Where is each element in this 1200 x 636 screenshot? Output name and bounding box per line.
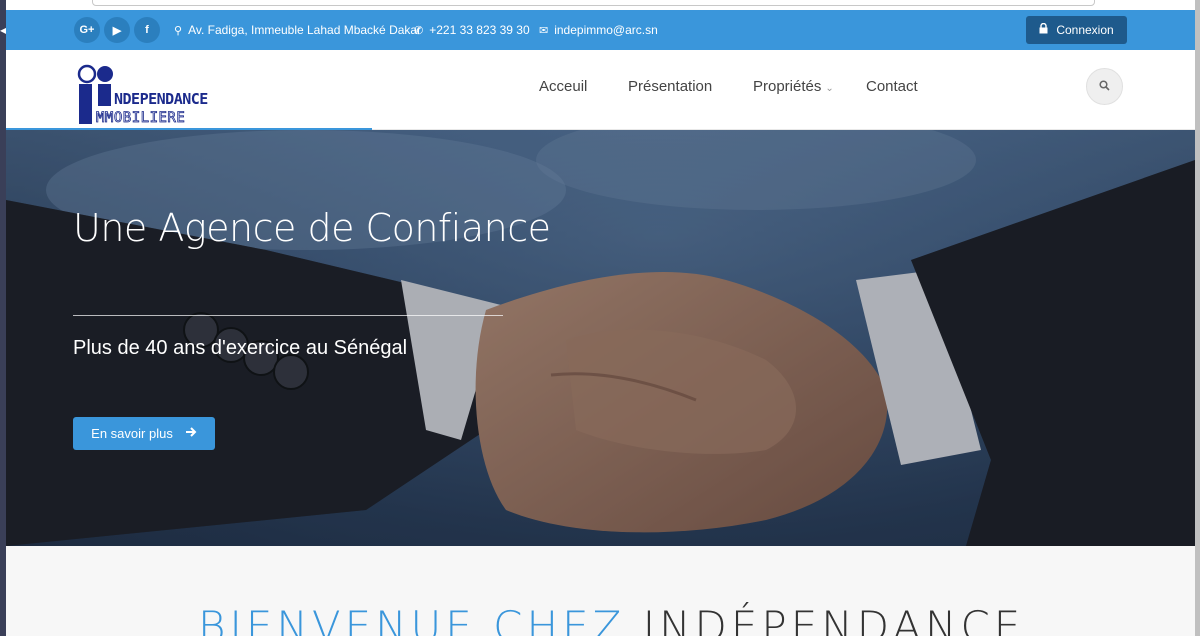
google-plus-icon[interactable]: G+ — [74, 17, 100, 43]
login-button[interactable]: Connexion — [1026, 16, 1127, 44]
scrollbar[interactable] — [1195, 0, 1200, 636]
learn-more-button[interactable]: En savoir plus — [73, 417, 215, 450]
email-info[interactable]: ✉ indepimmo@arc.sn — [539, 23, 658, 37]
welcome-title-part1: BIENVENUE CHEZ — [198, 602, 626, 636]
email-text[interactable]: indepimmo@arc.sn — [554, 23, 658, 37]
hero-subtitle: Plus de 40 ans d'exercice au Sénégal — [73, 337, 408, 359]
browser-viewport: G+ ▶ f ⚲ Av. Fadiga, Immeuble Lahad Mbac… — [6, 0, 1195, 636]
phone-icon: ✆ — [414, 24, 424, 37]
search-icon — [1099, 78, 1110, 96]
phone-text: +221 33 823 39 30 — [429, 23, 530, 37]
logo-text-line2: MMOBILIERE — [96, 110, 185, 126]
envelope-icon: ✉ — [539, 24, 549, 37]
logo-text-line1: NDEPENDANCE — [114, 90, 208, 108]
address-info: ⚲ Av. Fadiga, Immeuble Lahad Mbacké Daka… — [174, 23, 421, 37]
hero-title: Une Agence de Confiance — [73, 206, 551, 250]
address-text: Av. Fadiga, Immeuble Lahad Mbacké Dakar — [188, 23, 422, 37]
login-label: Connexion — [1056, 23, 1114, 37]
search-button[interactable] — [1086, 68, 1123, 105]
cta-label: En savoir plus — [91, 426, 173, 441]
lock-icon — [1039, 22, 1048, 37]
arrow-right-icon — [185, 426, 197, 441]
map-marker-icon: ⚲ — [174, 24, 183, 37]
address-bar[interactable] — [92, 0, 1095, 6]
nav-item-contact[interactable]: Contact — [866, 78, 918, 95]
welcome-section: BIENVENUE CHEZ INDÉPENDANCE — [6, 546, 1195, 636]
site-logo[interactable]: NDEPENDANCE MMOBILIERE — [76, 64, 258, 126]
main-navbar: NDEPENDANCE MMOBILIERE Acceuil Présentat… — [6, 50, 1195, 130]
phone-info: ✆ +221 33 823 39 30 — [414, 23, 530, 37]
youtube-icon[interactable]: ▶ — [104, 17, 130, 43]
welcome-title: BIENVENUE CHEZ INDÉPENDANCE — [198, 602, 1024, 636]
chevron-down-icon: ⌄ — [825, 83, 834, 94]
nav-item-proprietes[interactable]: Propriétés ⌄ — [753, 78, 834, 95]
welcome-title-part2: INDÉPENDANCE — [642, 602, 1025, 636]
hero-divider — [73, 315, 503, 316]
browser-toolbar-edge — [6, 0, 1195, 10]
top-info-bar: G+ ▶ f ⚲ Av. Fadiga, Immeuble Lahad Mbac… — [6, 10, 1195, 50]
facebook-icon[interactable]: f — [134, 17, 160, 43]
nav-item-presentation[interactable]: Présentation — [628, 78, 712, 95]
nav-item-accueil[interactable]: Acceuil — [539, 78, 587, 95]
hero-banner: Une Agence de Confiance Plus de 40 ans d… — [6, 130, 1195, 546]
